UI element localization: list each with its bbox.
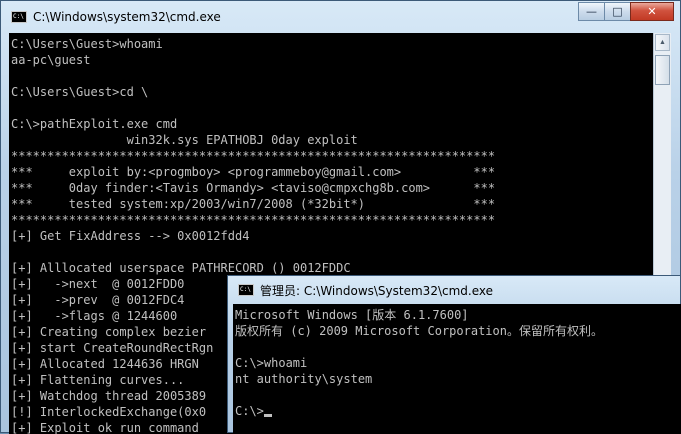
console-line: win32k.sys EPATHOBJ 0day exploit — [11, 133, 358, 147]
console-prompt-line[interactable]: C:\> — [235, 403, 681, 419]
console-line: *** tested system:xp/2003/win7/2008 (*32… — [11, 197, 496, 211]
minimize-button[interactable]: — — [578, 2, 604, 21]
console-output[interactable]: Microsoft Windows [版本 6.1.7600] 版权所有 (c) … — [233, 304, 681, 434]
text-cursor — [263, 414, 272, 417]
window-title: C:\Windows\system32\cmd.exe — [33, 10, 221, 24]
scroll-thumb[interactable] — [655, 55, 670, 85]
title-bar[interactable]: C:\ 管理员: C:\Windows\System32\cmd.exe — [228, 276, 680, 304]
cmd-window-admin[interactable]: C:\ 管理员: C:\Windows\System32\cmd.exe Mic… — [227, 275, 681, 434]
console-line: [+] Get FixAddress --> 0x0012fdd4 — [11, 229, 250, 243]
prompt-text: C:\> — [235, 404, 264, 418]
window-controls: — □ ✕ — [578, 2, 674, 21]
console-line: [+] Alllocated userspace PATHRECORD () 0… — [11, 261, 351, 275]
console-line: Microsoft Windows [版本 6.1.7600] — [235, 308, 469, 322]
console-line: aa-pc\guest — [11, 53, 91, 67]
title-bar[interactable]: C:\ C:\Windows\system32\cmd.exe — □ ✕ — [1, 1, 680, 33]
scroll-up-arrow-icon[interactable]: ▲ — [655, 34, 670, 51]
cmd-app-icon[interactable]: C:\ — [11, 11, 27, 23]
cmd-app-icon[interactable]: C:\ — [238, 284, 254, 296]
console-line: nt authority\system — [235, 372, 373, 386]
close-button[interactable]: ✕ — [630, 2, 674, 21]
console-line: C:\>whoami — [235, 356, 308, 370]
console-line: ****************************************… — [11, 149, 496, 163]
console-line: *** 0day finder:<Tavis Ormandy> <taviso@… — [11, 181, 496, 195]
console-line: *** exploit by:<progmboy> <programmeboy@… — [11, 165, 496, 179]
console-line: C:\Users\Guest>cd \ — [11, 85, 149, 99]
console-line: 版权所有 (c) 2009 Microsoft Corporation。保留所有… — [235, 324, 603, 338]
console-line: C:\Users\Guest>whoami — [11, 37, 163, 51]
console-line: ****************************************… — [11, 213, 496, 227]
window-title: 管理员: C:\Windows\System32\cmd.exe — [260, 283, 493, 298]
console-line: C:\>pathExploit.exe cmd — [11, 117, 178, 131]
maximize-button[interactable]: □ — [604, 2, 630, 21]
